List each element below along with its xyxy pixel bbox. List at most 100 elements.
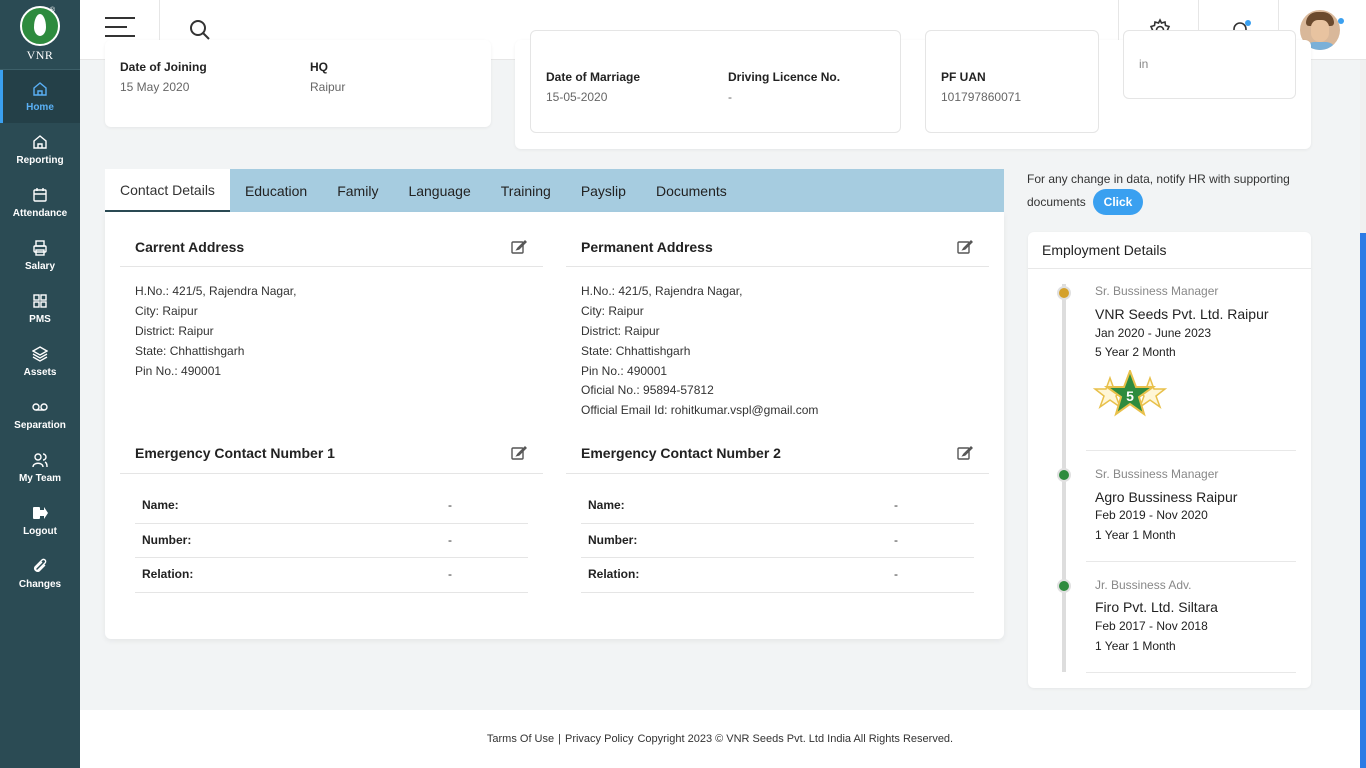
address-line: City: Raipur [135,304,198,318]
pf-uan-box: PF UAN 101797860071 [925,30,1099,133]
sidebar-item-attendance[interactable]: Attendance [0,176,80,229]
extra-info-box: in [1123,30,1296,99]
address-line: H.No.: 421/5, Rajendra Nagar, [135,284,297,298]
rating-value: 5 [1126,388,1134,404]
job-dates: Feb 2019 - Nov 2020 [1095,508,1208,522]
scrollbar[interactable] [1360,60,1366,768]
edit-icon[interactable] [511,445,527,461]
marriage-licence-box: Date of Marriage 15-05-2020 Driving Lice… [530,30,901,133]
timeline-dot [1057,579,1071,593]
sidebar-item-pms[interactable]: PMS [0,282,80,335]
grid-icon [32,293,48,309]
date-of-marriage-label: Date of Marriage [546,70,641,84]
divider [1086,561,1296,562]
pf-uan-label: PF UAN [941,70,986,84]
search-icon[interactable] [188,18,212,42]
sidebar-item-my-team[interactable]: My Team [0,441,80,494]
layers-icon [31,345,49,362]
sidebar-item-label: Home [26,101,54,113]
row-divider [581,557,974,558]
sidebar-item-label: Separation [14,419,66,431]
edit-icon[interactable] [511,239,527,255]
company-name: Firo Pvt. Ltd. Siltara [1095,599,1218,615]
sidebar-item-label: Salary [24,260,56,272]
menu-toggle-icon[interactable] [105,17,135,41]
job-duration: 1 Year 1 Month [1095,528,1176,542]
notification-dot [1245,20,1251,26]
job-role: Sr. Bussiness Manager [1095,467,1219,481]
permanent-address-title: Permanent Address [581,239,713,255]
company-name: Agro Bussiness Raipur [1095,489,1238,505]
official-number: Oficial No.: 95894-57812 [581,383,714,397]
emergency-2-name-label: Name: [588,498,625,512]
job-dates: Jan 2020 - June 2023 [1095,326,1212,340]
company-name: VNR Seeds Pvt. Ltd. Raipur [1095,306,1269,322]
emergency-contact-2-title: Emergency Contact Number 2 [581,445,781,461]
edit-icon[interactable] [957,239,973,255]
tab-education[interactable]: Education [230,169,322,212]
footer: Tarms Of Use | Privacy Policy Copyright … [80,710,1360,768]
divider [1086,672,1296,673]
voicemail-icon [32,399,48,415]
home-icon [32,134,48,150]
emergency-1-name-label: Name: [142,498,179,512]
divider [1086,450,1296,451]
tab-contact-details[interactable]: Contact Details [105,169,230,212]
address-line: Pin No.: 490001 [135,364,222,378]
emergency-1-number-label: Number: [142,533,192,547]
sidebar-item-logout[interactable]: Logout [0,494,80,547]
job-role: Jr. Bussiness Adv. [1095,578,1192,592]
hr-notice-text: For any change in data, notify HR with s… [1027,172,1290,209]
sidebar-item-salary[interactable]: Salary [0,229,80,282]
tab-training[interactable]: Training [486,169,566,212]
privacy-link[interactable]: Privacy Policy [565,733,633,745]
job-role: Sr. Bussiness Manager [1095,284,1219,298]
sidebar-item-separation[interactable]: Separation [0,388,80,441]
hq-value: Raipur [310,80,346,94]
tab-family[interactable]: Family [322,169,393,212]
job-dates: Feb 2017 - Nov 2018 [1095,619,1208,633]
sidebar-item-reporting[interactable]: Reporting [0,123,80,176]
footer-divider: | [558,733,561,745]
job-duration: 5 Year 2 Month [1095,345,1176,359]
address-line: H.No.: 421/5, Rajendra Nagar, [581,284,743,298]
sidebar: VNR ® Home Reporting Attendance Salary P… [0,0,80,768]
row-divider [581,592,974,593]
row-divider [581,523,974,524]
brand-logo[interactable]: VNR ® [0,0,80,70]
emergency-contact-1-title: Emergency Contact Number 1 [135,445,335,461]
personal-info-card: Date of Marriage 15-05-2020 Driving Lice… [515,30,1311,149]
star-rating-badge-icon: 5 [1092,370,1168,417]
divider [120,473,543,474]
sidebar-item-label: My Team [18,472,62,484]
address-line: State: Chhattishgarh [135,344,245,358]
sidebar-item-label: PMS [29,313,51,325]
sidebar-item-changes[interactable]: Changes [0,547,80,600]
calendar-icon [32,187,48,203]
emergency-1-name-value: - [448,498,452,512]
tab-payslip[interactable]: Payslip [566,169,641,212]
employment-details-card: Employment Details Sr. Bussiness Manager… [1028,232,1311,688]
scrollbar-thumb[interactable] [1360,233,1366,768]
tab-documents[interactable]: Documents [641,169,742,212]
current-address-title: Carrent Address [135,239,245,255]
profile-tabs: Contact Details Education Family Languag… [105,169,1004,212]
contact-details-panel: Carrent Address H.No.: 421/5, Rajendra N… [105,212,1004,639]
address-line: District: Raipur [135,324,214,338]
row-divider [135,523,528,524]
sidebar-item-label: Assets [23,366,57,378]
printer-icon [32,239,48,256]
tab-language[interactable]: Language [393,169,485,212]
pf-uan-value: 101797860071 [941,90,1022,104]
paperclip-icon [32,558,48,574]
logout-icon [32,505,48,521]
sidebar-item-home[interactable]: Home [0,70,80,123]
sidebar-item-assets[interactable]: Assets [0,335,80,388]
edit-icon[interactable] [957,445,973,461]
notify-hr-button[interactable]: Click [1093,189,1143,215]
home-icon [32,81,48,97]
hr-notice: For any change in data, notify HR with s… [1027,168,1327,214]
copyright-text: Copyright 2023 © VNR Seeds Pvt. Ltd Indi… [637,733,954,745]
users-icon [32,452,48,468]
terms-link[interactable]: Tarms Of Use [487,733,554,745]
